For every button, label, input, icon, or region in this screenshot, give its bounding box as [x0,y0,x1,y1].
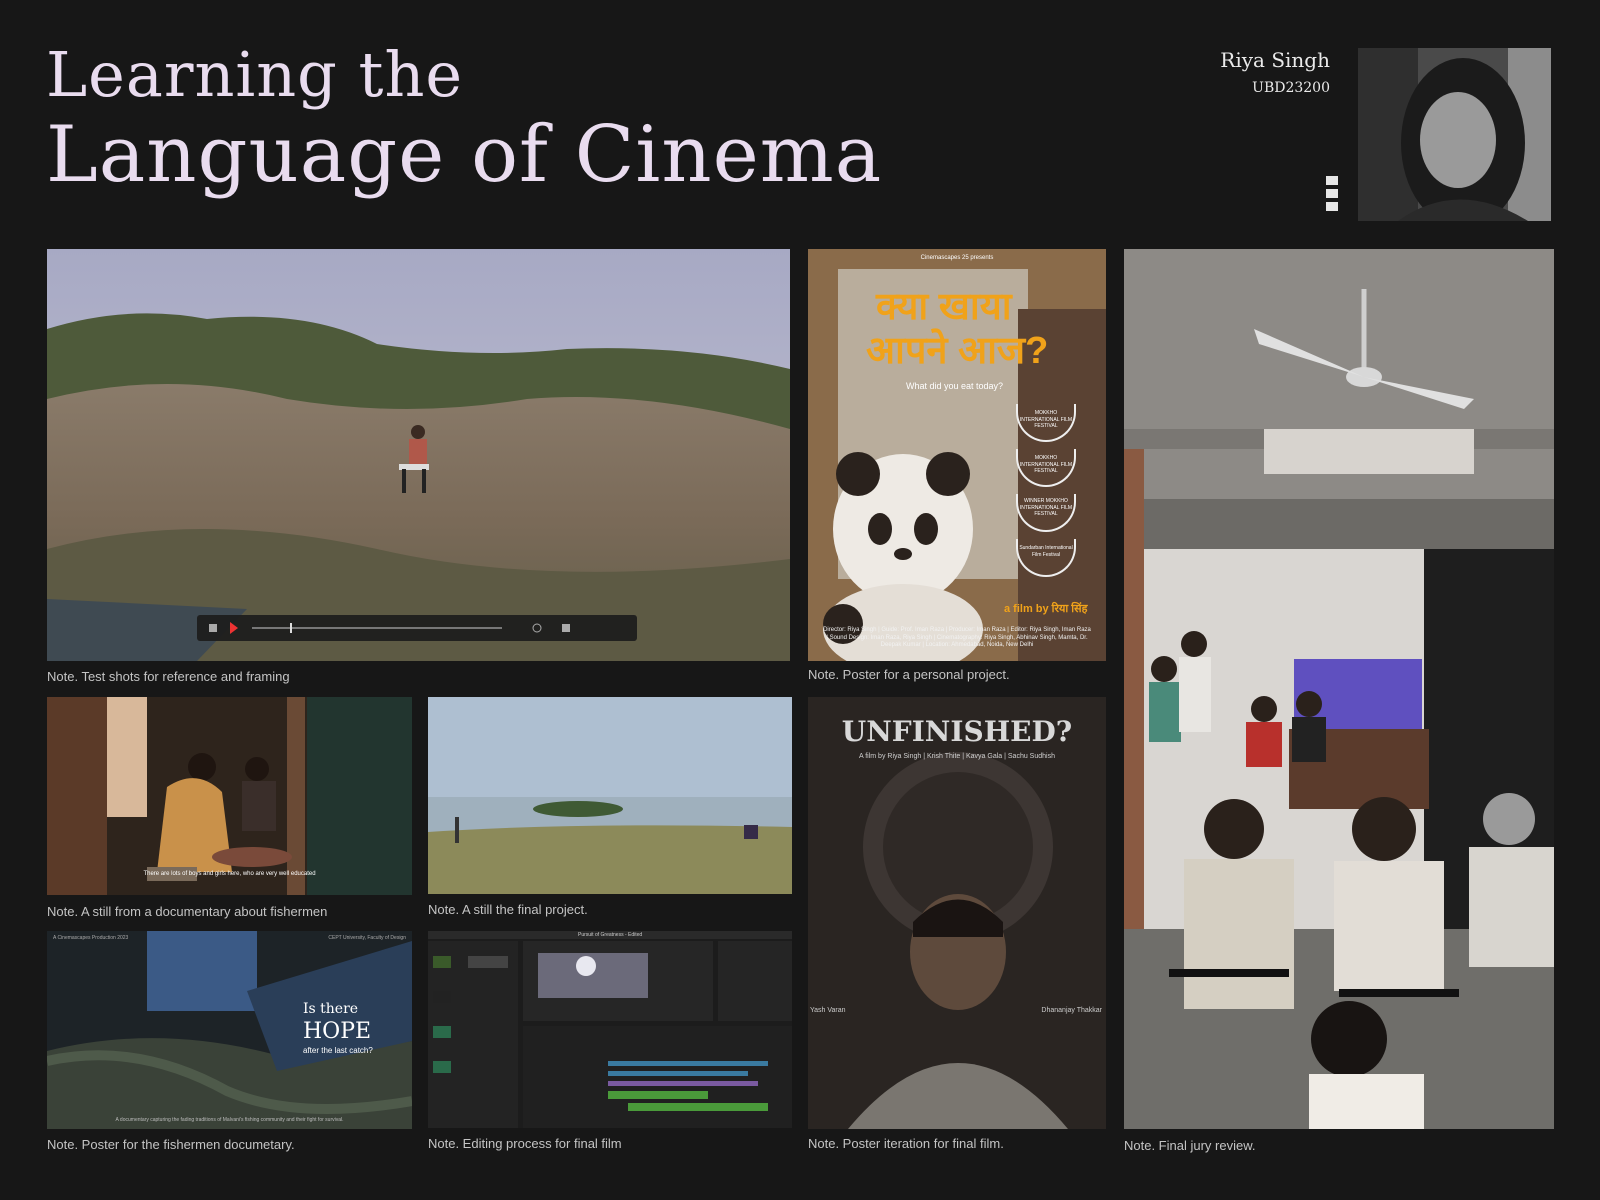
poster-fish-line2: HOPE [303,1019,372,1044]
poster-fish-top-left: A Cinemascapes Production 2023 [53,935,129,941]
poster-presents: Cinemascapes 25 presents [920,255,994,261]
jury-review-photo [1124,249,1554,1129]
author-id: UBD23200 [1252,80,1330,96]
caption-poster-final: Note. Poster iteration for final film. [808,1136,1004,1151]
author-name: Riya Singh [1220,48,1330,72]
poster-final-film: UNFINISHED? A film by Riya Singh | Krish… [808,697,1106,1129]
editing-window-title: Pursuit of Greatness - Edited [578,932,643,938]
poster-personal-project: Cinemascapes 25 presents क्या खाया आपने … [808,249,1106,661]
poster-final-left-name: Yash Varan [810,1007,846,1014]
caption-final-still: Note. A still the final project. [428,902,588,917]
title-line-1: Learning the [46,38,464,111]
title-line-2: Language of Cinema [46,110,883,200]
poster-final-right-name: Dhananjay Thakkar [1041,1007,1102,1014]
poster-hindi-title-2: आपने आज? [866,330,1049,372]
poster-credits: Director: Riya Singh | Guide: Prof. Iman… [823,627,1091,648]
caption-fishermen-still: Note. A still from a documentary about f… [47,904,328,919]
author-portrait [1358,48,1551,221]
poster-final-title: UNFINISHED? [841,715,1073,748]
caption-poster-fishermen: Note. Poster for the fishermen documetar… [47,1137,295,1152]
editing-screenshot: Pursuit of Greatness - Edited [428,931,792,1128]
poster-fish-bottom: A documentary capturing the fading tradi… [115,1117,344,1123]
poster-final-byline: A film by Riya Singh | Krish Thite | Kav… [859,753,1055,760]
poster-fishermen-documentary: A Cinemascapes Production 2023 CEPT Univ… [47,931,412,1129]
caption-test-shots: Note. Test shots for reference and frami… [47,669,290,684]
caption-editing: Note. Editing process for final film [428,1136,622,1151]
caption-jury: Note. Final jury review. [1124,1138,1256,1153]
test-shots-image [47,249,790,661]
poster-subtitle: What did you eat today? [906,381,1004,391]
caption-poster-personal: Note. Poster for a personal project. [808,667,1010,682]
poster-fish-line3: after the last catch? [303,1046,373,1055]
poster-film-by: a film by रिया सिंह [1004,603,1088,615]
fishermen-subtitle: There are lots of boys and girls here, w… [143,871,316,877]
poster-fish-line1: Is there [303,1001,359,1017]
decorative-dots [1326,176,1338,215]
poster-fish-top-right: CEPT University, Faculty of Design [328,935,406,941]
final-project-still [428,697,792,894]
fishermen-still-image: There are lots of boys and girls here, w… [47,697,412,895]
